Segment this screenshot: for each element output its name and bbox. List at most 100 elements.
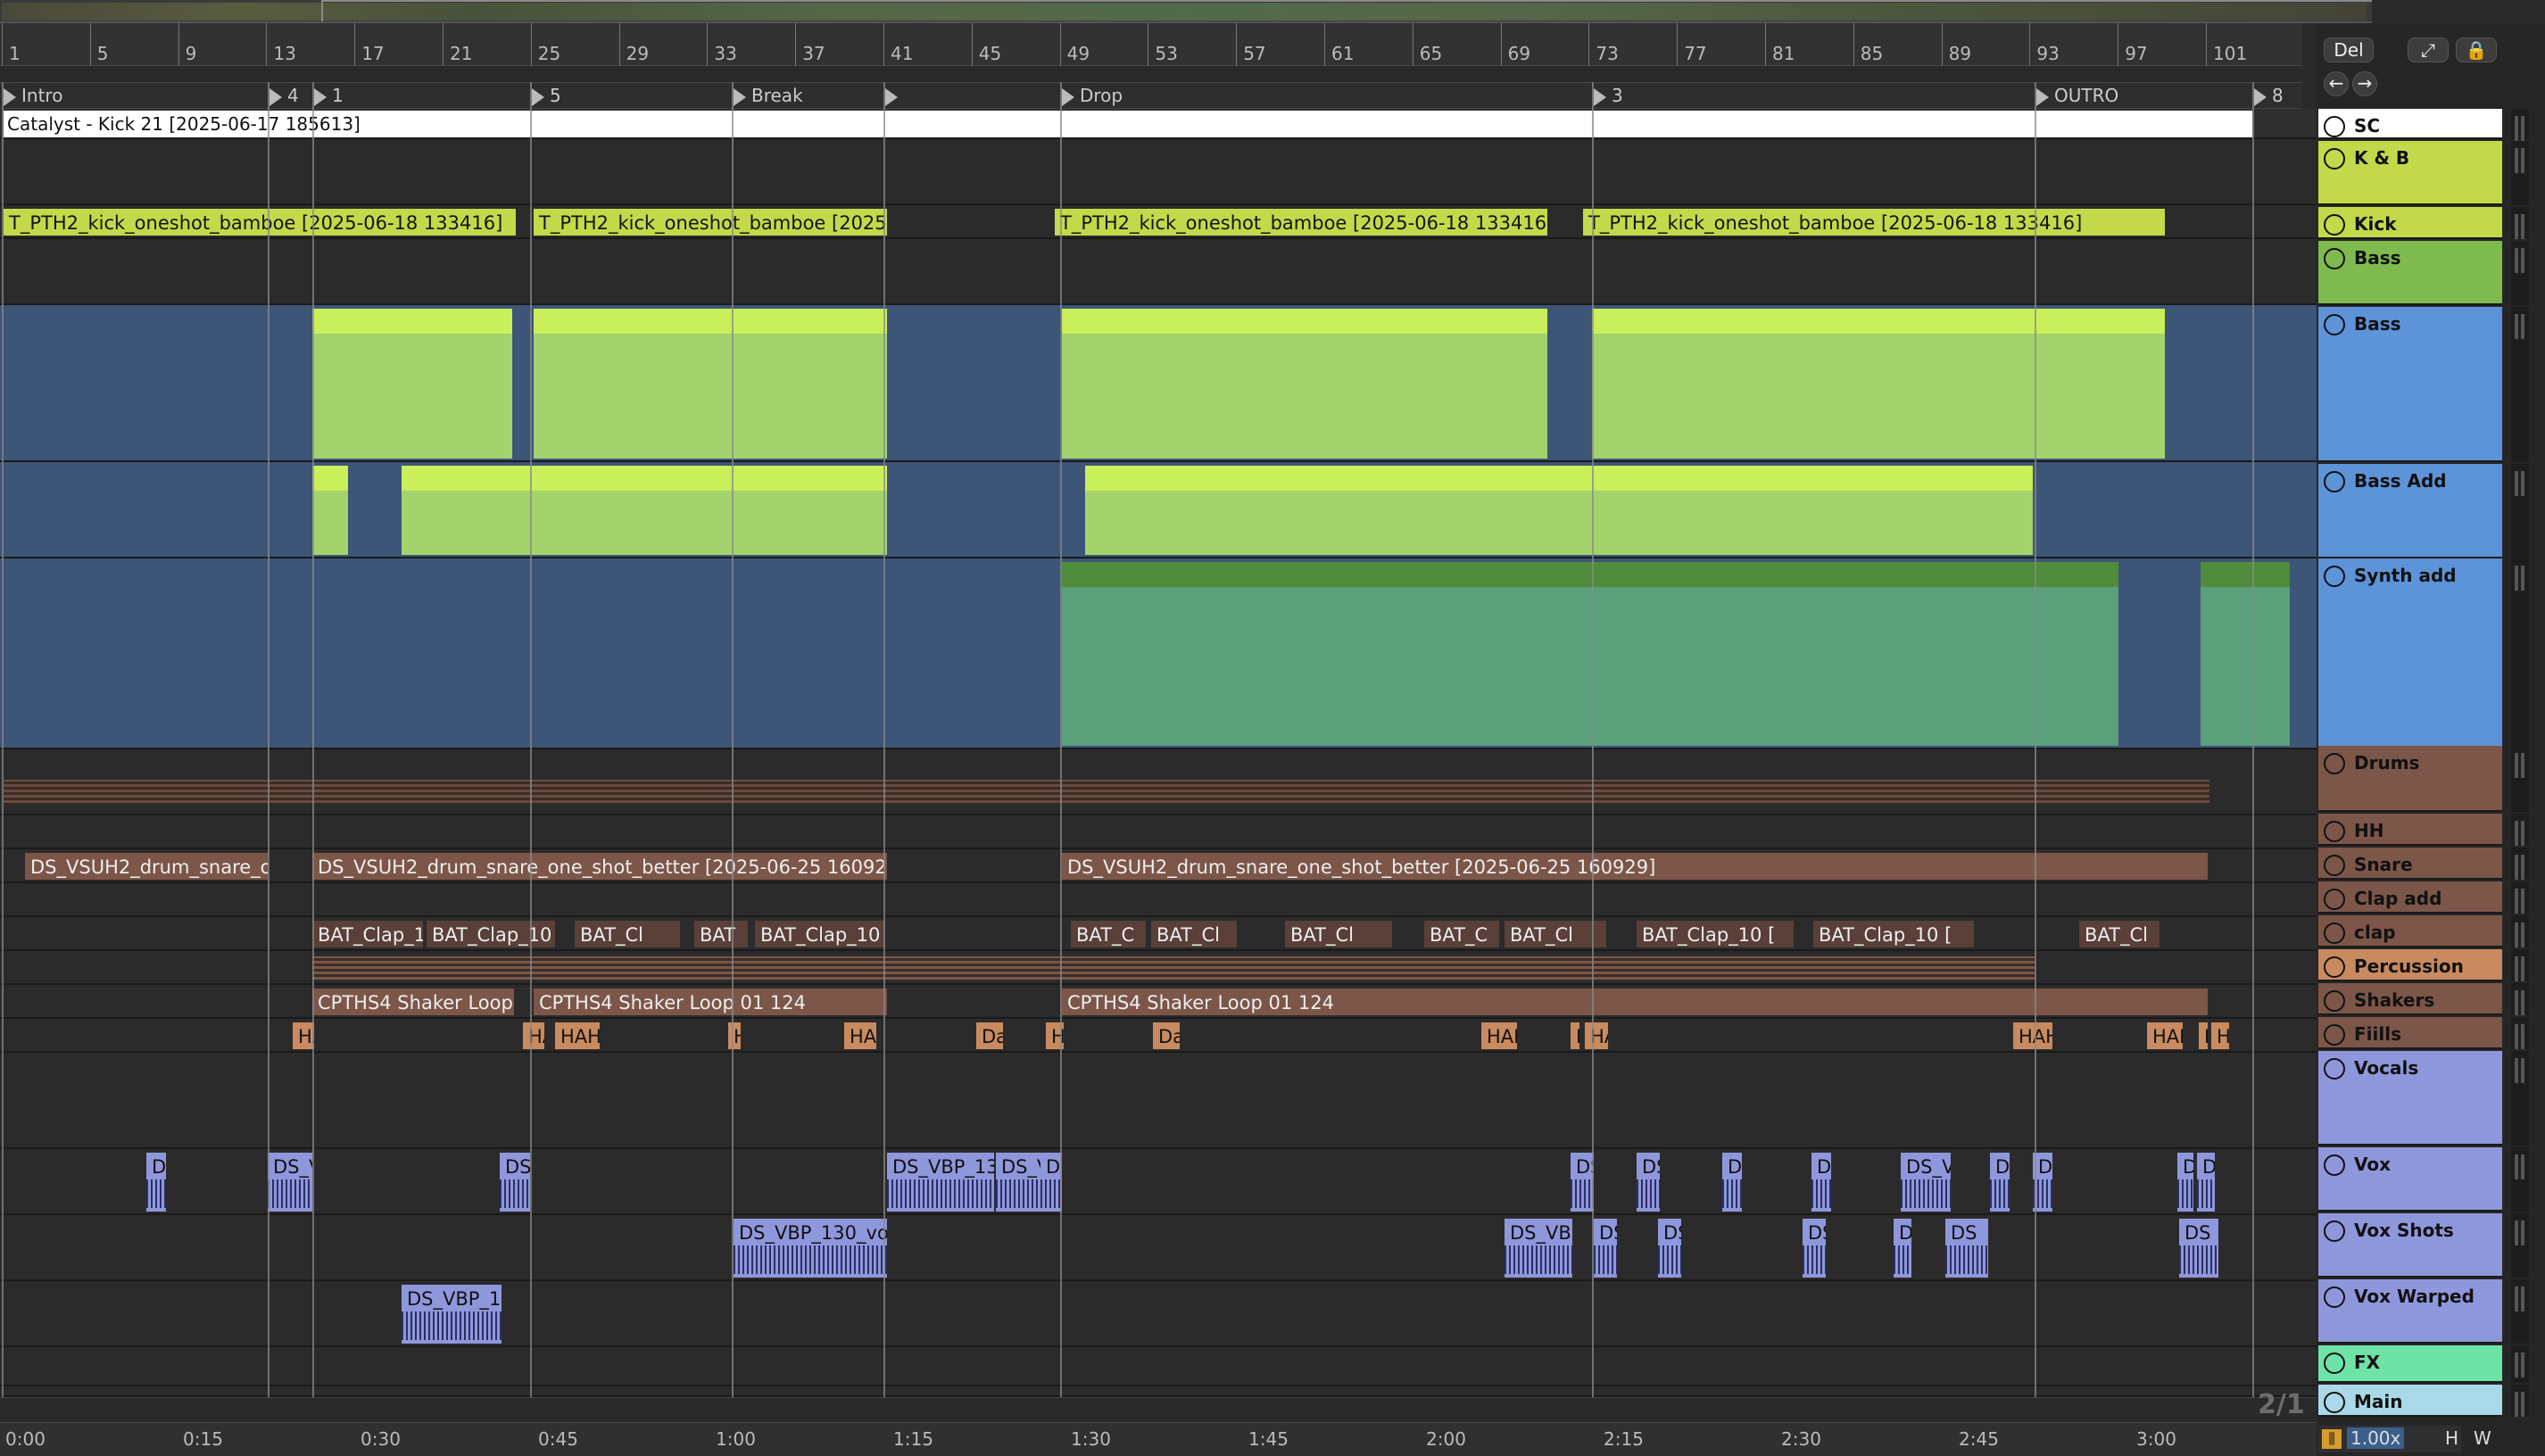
- group-icon[interactable]: group-icon: [2324, 922, 2345, 944]
- chevron-down-icon[interactable]: chevron-down-icon: [2324, 314, 2345, 335]
- group-icon[interactable]: group-icon: [2324, 1058, 2345, 1080]
- clip[interactable]: BAT_C: [1071, 921, 1146, 947]
- track-header-bass-add[interactable]: chevron-down-icon Bass Add: [2318, 464, 2502, 558]
- clip[interactable]: BAT_Clap_10 [: [427, 921, 555, 947]
- clip[interactable]: BAT_Cl: [1151, 921, 1237, 947]
- chevron-down-icon[interactable]: chevron-down-icon: [2324, 1154, 2345, 1176]
- chevron-down-icon[interactable]: chevron-down-icon: [2324, 471, 2345, 492]
- lane-kick[interactable]: T_PTH2_kick_oneshot_bamboe [2025-06-18 1…: [0, 205, 2317, 239]
- track-header-fiills[interactable]: play-icon Fiills: [2318, 1017, 2502, 1049]
- locator-marker[interactable]: Intro: [4, 83, 62, 110]
- lane-shakers[interactable]: CPTHS4 Shaker Loop 0 CPTHS4 Shaker Loop …: [0, 985, 2317, 1019]
- clip[interactable]: DS: [500, 1153, 530, 1212]
- clip[interactable]: H: [2199, 1022, 2208, 1049]
- midi-clip[interactable]: [312, 466, 348, 555]
- lane-main[interactable]: [0, 1386, 2317, 1397]
- track-header-clap-add[interactable]: play-icon Clap add: [2318, 881, 2502, 914]
- locator-marker[interactable]: 8: [2254, 83, 2284, 110]
- midi-clip[interactable]: [402, 466, 887, 555]
- group-icon[interactable]: group-icon: [2324, 753, 2345, 774]
- clip[interactable]: D: [146, 1153, 166, 1212]
- midi-clip[interactable]: [1062, 309, 1547, 459]
- lane-vox[interactable]: DDS_VDSDS_VBP_130DS_VIDDSDSDDDS_VDDDD: [0, 1149, 2317, 1215]
- lane-bass[interactable]: [0, 305, 2317, 462]
- locator-marker[interactable]: OUTRO: [2036, 83, 2118, 110]
- clip[interactable]: D: [1040, 1153, 1062, 1212]
- clip[interactable]: DS: [1803, 1219, 1826, 1278]
- chevron-down-icon[interactable]: chevron-down-icon: [2324, 1286, 2345, 1308]
- clip[interactable]: D: [1722, 1153, 1742, 1212]
- midi-clip[interactable]: [1592, 309, 2165, 459]
- play-icon[interactable]: play-icon: [2324, 116, 2345, 137]
- lane-fx[interactable]: [0, 1347, 2317, 1386]
- lane-kb-group[interactable]: [0, 139, 2317, 205]
- clip[interactable]: HA: [293, 1022, 314, 1049]
- midi-clip[interactable]: [1085, 466, 2033, 555]
- group-icon[interactable]: group-icon: [2324, 956, 2345, 978]
- lane-hh[interactable]: [0, 815, 2317, 849]
- midi-clip[interactable]: [534, 309, 887, 459]
- lane-clap[interactable]: BAT_Clap_1(BAT_Clap_10 [BAT_Cl BAT BAT_Cla…: [0, 917, 2317, 951]
- clip[interactable]: BAT_C: [1424, 921, 1499, 947]
- track-header-vox-warped[interactable]: chevron-down-icon Vox Warped: [2318, 1279, 2502, 1344]
- forward-arrow-icon[interactable]: →: [2352, 71, 2377, 96]
- clip[interactable]: D: [1990, 1153, 2010, 1212]
- clip[interactable]: BAT_Clap_10 [: [1637, 921, 1794, 947]
- group-icon[interactable]: group-icon: [2324, 821, 2345, 842]
- locator-marker[interactable]: 3: [1594, 83, 1623, 110]
- zoom-value[interactable]: 1.00x: [2347, 1427, 2405, 1449]
- track-header-synth-add[interactable]: chevron-down-icon Synth add: [2318, 558, 2502, 748]
- track-header-vocals[interactable]: group-icon Vocals: [2318, 1051, 2502, 1146]
- clip[interactable]: BAT_Clap_10 [: [755, 921, 885, 947]
- locator-marker[interactable]: Drop: [1062, 83, 1123, 110]
- lane-percussion[interactable]: [0, 951, 2317, 985]
- play-icon[interactable]: play-icon: [2324, 855, 2345, 876]
- clip[interactable]: HAH: [555, 1022, 600, 1049]
- clip[interactable]: BAT: [694, 921, 748, 947]
- lane-vox-warped[interactable]: DS_VBP_13: [0, 1281, 2317, 1347]
- clip[interactable]: DS_VSUH2_drum_snare_on: [25, 853, 268, 880]
- clip[interactable]: T_PTH2_kick_oneshot_bamboe [2025-06-18 1…: [4, 209, 516, 236]
- clip[interactable]: DS_VBP_130_voc: [734, 1219, 887, 1278]
- track-header-drums[interactable]: group-icon Drums: [2318, 746, 2502, 812]
- midi-clip[interactable]: [312, 309, 512, 459]
- clip[interactable]: HAH: [2013, 1022, 2052, 1049]
- clip[interactable]: BAT_Cl: [1285, 921, 1392, 947]
- clip[interactable]: D: [1894, 1219, 1911, 1278]
- play-icon[interactable]: play-icon: [2324, 889, 2345, 910]
- lane-clap-add[interactable]: [0, 883, 2317, 917]
- lane-fills[interactable]: HAHAHAHHHADaHADaHAHHHAHAHHAHHH: [0, 1019, 2317, 1053]
- play-icon[interactable]: play-icon: [2324, 990, 2345, 1012]
- clip[interactable]: DS_VBP_130: [887, 1153, 994, 1212]
- zoom-control[interactable]: ⫼ 1.00x H: [2318, 1426, 2461, 1452]
- lock-icon[interactable]: 🔒: [2456, 37, 2497, 62]
- clip[interactable]: CPTHS4 Shaker Loop 0: [312, 989, 514, 1015]
- clip[interactable]: DS_V: [1901, 1153, 1951, 1212]
- midi-clip[interactable]: [2201, 562, 2290, 746]
- lane-bass-group[interactable]: [0, 239, 2317, 305]
- arrangement-overview[interactable]: [0, 0, 2372, 23]
- track-header-vox[interactable]: chevron-down-icon Vox: [2318, 1147, 2502, 1212]
- time-ruler[interactable]: 0:00 0:15 0:30 0:45 1:00 1:15 1:30 1:45 2:00 2:15…: [0, 1422, 2317, 1456]
- back-arrow-icon[interactable]: ←: [2324, 71, 2349, 96]
- locator-marker[interactable]: [885, 83, 903, 110]
- track-header-snare[interactable]: play-icon Snare: [2318, 848, 2502, 880]
- locator-marker[interactable]: 5: [532, 83, 561, 110]
- lane-vox-shots[interactable]: DS_VBP_130_voc DS_VBI DS DS DS D DS DS: [0, 1215, 2317, 1281]
- group-icon[interactable]: group-icon: [2324, 1353, 2345, 1374]
- track-header-vox-shots[interactable]: chevron-down-icon Vox Shots: [2318, 1213, 2502, 1278]
- play-icon[interactable]: play-icon: [2324, 1392, 2345, 1413]
- lane-vocals-group[interactable]: [0, 1053, 2317, 1149]
- track-header-hh[interactable]: group-icon HH: [2318, 814, 2502, 846]
- clip[interactable]: HA: [523, 1022, 544, 1049]
- track-header-k-b[interactable]: group-icon K & B: [2318, 141, 2502, 205]
- overview-viewport[interactable]: [321, 0, 2372, 21]
- clip[interactable]: D: [2197, 1153, 2215, 1212]
- lane-drums-group[interactable]: [0, 749, 2317, 815]
- track-header-fx[interactable]: group-icon FX: [2318, 1345, 2502, 1383]
- clip[interactable]: HA: [844, 1022, 876, 1049]
- clip[interactable]: DS: [1945, 1219, 1988, 1278]
- clip[interactable]: DS: [1658, 1219, 1681, 1278]
- track-header-clap[interactable]: group-icon clap: [2318, 915, 2502, 947]
- clip[interactable]: D: [2177, 1153, 2193, 1212]
